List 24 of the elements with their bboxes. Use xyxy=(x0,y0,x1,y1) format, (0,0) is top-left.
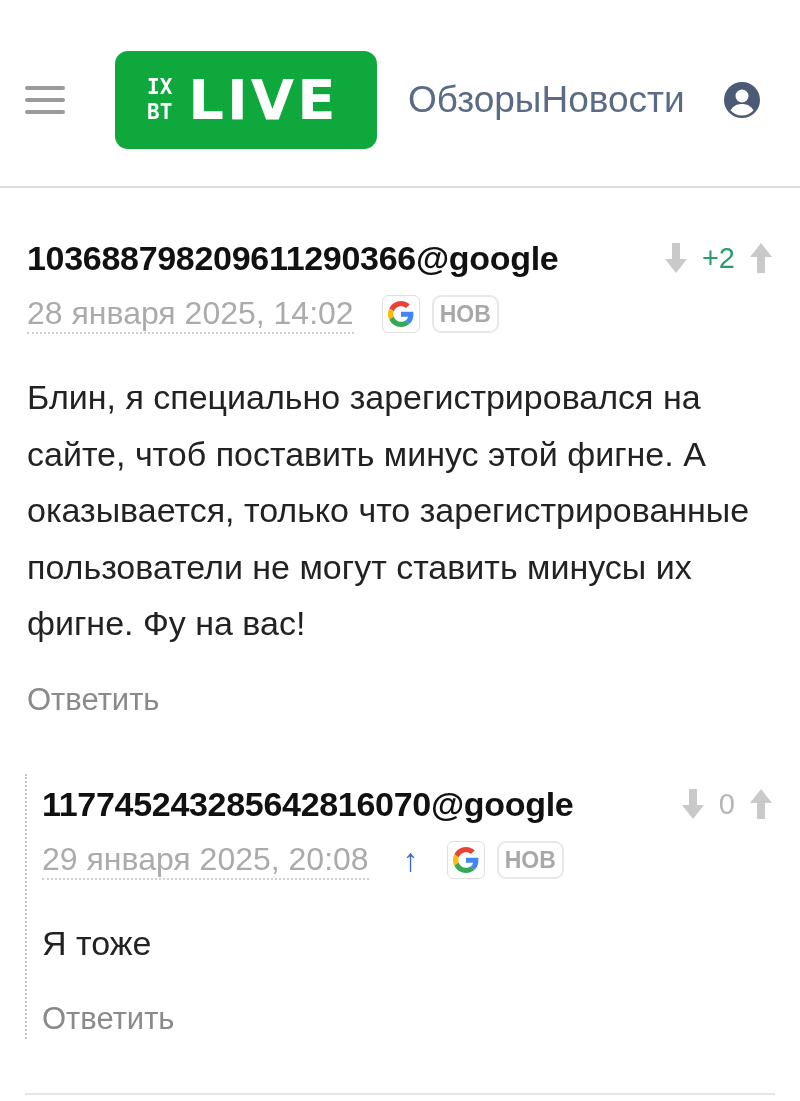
comment-date[interactable]: 29 января 2025, 20:08 xyxy=(42,839,369,880)
vote-score: +2 xyxy=(701,241,735,276)
reply-link[interactable]: Ответить xyxy=(27,679,160,720)
menu-icon[interactable] xyxy=(25,86,65,114)
reply-link[interactable]: Ответить xyxy=(42,999,175,1039)
logo-text: BT xyxy=(147,100,173,125)
logo-text: IX xyxy=(147,75,173,100)
parent-comment-link[interactable]: ↑ xyxy=(402,840,419,879)
upvote-icon[interactable] xyxy=(749,243,773,273)
downvote-icon[interactable] xyxy=(663,243,688,273)
new-badge: НОВ xyxy=(431,295,499,333)
vote-score: 0 xyxy=(718,786,735,822)
comment-date[interactable]: 28 января 2025, 14:02 xyxy=(27,294,354,334)
comment-author: 117745243285642816070@google xyxy=(42,783,574,824)
nav-link[interactable]: Обзоры xyxy=(408,77,542,123)
downvote-icon[interactable] xyxy=(680,788,705,819)
upvote-icon[interactable] xyxy=(749,788,773,819)
comment-text: Я тоже xyxy=(42,922,152,964)
comment-author: 103688798209611290366@google xyxy=(27,238,559,278)
nav-link[interactable]: Новости xyxy=(541,77,685,123)
new-badge: НОВ xyxy=(496,840,564,879)
logo-text: LIVE xyxy=(188,68,339,132)
comment-text: Блин, я специально зарегистрировался на сайте, чтоб поставить минус этой фигне. А оказывается, только что зарегистрированные пользователи не могут ставить минусы их фигне. Фу на вас! xyxy=(27,377,751,644)
user-account-icon[interactable] xyxy=(724,82,760,118)
